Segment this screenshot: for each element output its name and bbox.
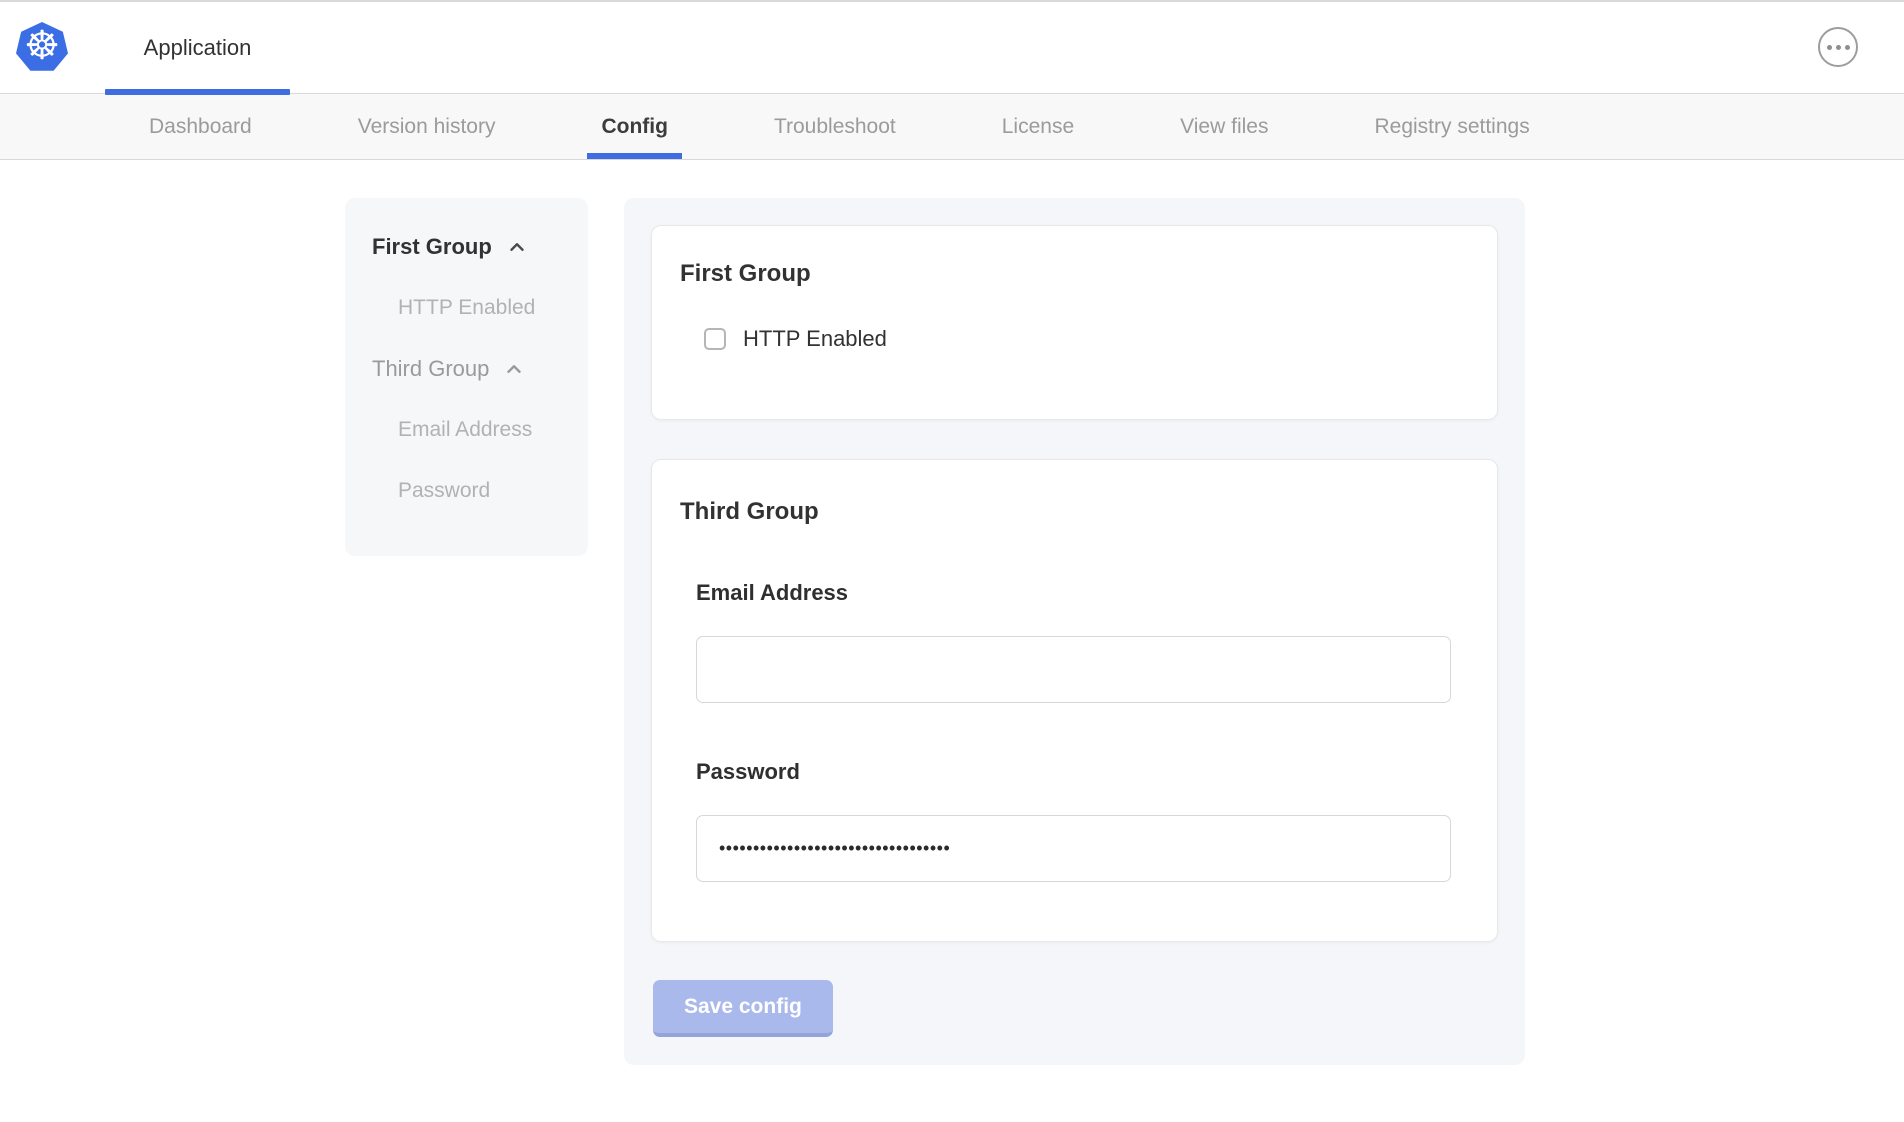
tab-troubleshoot[interactable]: Troubleshoot — [760, 94, 910, 159]
chevron-up-icon — [506, 236, 528, 258]
group-title: Third Group — [680, 498, 1497, 526]
tab-version-history[interactable]: Version history — [344, 94, 510, 159]
sidebar-item-password[interactable]: Password — [372, 476, 588, 506]
sidebar-group-first-group[interactable]: First Group — [372, 232, 588, 262]
helm-wheel-icon: ☸ — [24, 26, 60, 66]
checkbox-label: HTTP Enabled — [743, 326, 887, 352]
overflow-menu-button[interactable] — [1818, 27, 1858, 67]
password-input[interactable] — [696, 815, 1451, 882]
config-page: First Group HTTP Enabled Third Group Ema… — [0, 160, 1904, 1122]
password-field: Password — [696, 759, 1497, 882]
sidebar-group-label: Third Group — [372, 356, 489, 382]
kubernetes-logo-icon: ☸ — [16, 22, 68, 72]
config-panel: First Group HTTP Enabled Third Group Ema… — [624, 198, 1525, 1065]
email-address-label: Email Address — [696, 580, 1497, 606]
email-address-input[interactable] — [696, 636, 1451, 703]
tab-application[interactable]: Application — [105, 2, 290, 94]
save-config-button[interactable]: Save config — [653, 980, 833, 1037]
tab-license[interactable]: License — [988, 94, 1088, 159]
group-title: First Group — [680, 260, 1497, 288]
email-address-field: Email Address — [696, 580, 1497, 703]
config-group-card-first-group: First Group HTTP Enabled — [651, 225, 1498, 420]
http-enabled-checkbox[interactable] — [704, 328, 726, 350]
tab-dashboard[interactable]: Dashboard — [135, 94, 266, 159]
http-enabled-field: HTTP Enabled — [704, 326, 1497, 352]
password-label: Password — [696, 759, 1497, 785]
app-subnav: Dashboard Version history Config Trouble… — [0, 94, 1904, 160]
config-group-card-third-group: Third Group Email Address Password — [651, 459, 1498, 942]
sidebar-item-http-enabled[interactable]: HTTP Enabled — [372, 293, 588, 323]
sidebar-group-label: First Group — [372, 234, 492, 260]
sidebar-group-third-group[interactable]: Third Group — [372, 354, 588, 384]
tab-config[interactable]: Config — [587, 94, 681, 159]
application-tab-active-underline — [105, 89, 290, 95]
tab-registry-settings[interactable]: Registry settings — [1360, 94, 1543, 159]
sidebar-item-email-address[interactable]: Email Address — [372, 415, 588, 445]
chevron-up-icon — [503, 358, 525, 380]
kots-admin-console: ☸ Application Dashboard Version history … — [0, 0, 1904, 1122]
app-header: ☸ Application — [0, 0, 1904, 94]
config-sidebar: First Group HTTP Enabled Third Group Ema… — [345, 198, 588, 556]
tab-view-files[interactable]: View files — [1166, 94, 1282, 159]
ellipsis-icon — [1827, 45, 1832, 50]
